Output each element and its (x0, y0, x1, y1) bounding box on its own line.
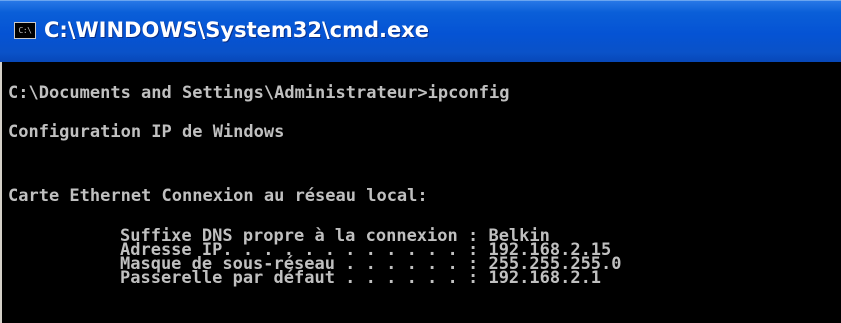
prompt-line: C:\Documents and Settings\Administrateur… (8, 83, 510, 103)
cmd-app-icon[interactable]: C:\ (14, 22, 36, 39)
adapter-line: Carte Ethernet Connexion au réseau local… (8, 186, 428, 206)
title-bar[interactable]: C:\ C:\WINDOWS\System32\cmd.exe (0, 0, 841, 62)
console-output[interactable]: C:\Documents and Settings\Administrateur… (0, 62, 841, 323)
cmd-window: C:\ C:\WINDOWS\System32\cmd.exe C:\Docum… (0, 0, 841, 323)
gateway-line: Passerelle par défaut . . . . . . : 192.… (120, 268, 602, 288)
window-title: C:\WINDOWS\System32\cmd.exe (44, 18, 430, 42)
header-line: Configuration IP de Windows (8, 122, 285, 142)
